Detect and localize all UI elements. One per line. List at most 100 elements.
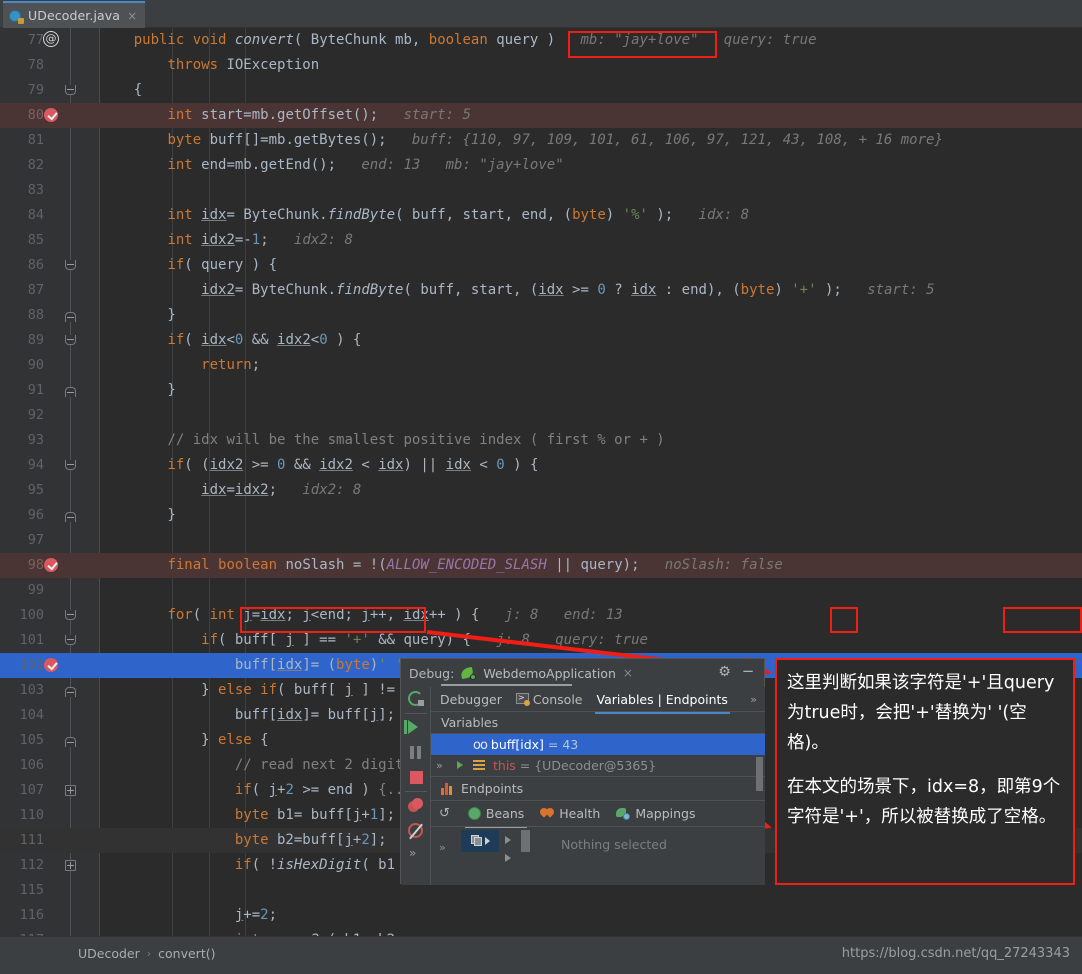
- code-line[interactable]: 94 if( (idx2 >= 0 && idx2 < idx) || idx …: [0, 453, 1082, 478]
- line-number: 93: [27, 432, 44, 448]
- pause-program-icon[interactable]: [401, 740, 431, 765]
- fold-end-icon[interactable]: [40, 303, 76, 328]
- code-line[interactable]: 80 int start=mb.getOffset(); start: 5: [0, 103, 1082, 128]
- chevron-right-icon: ›: [146, 947, 152, 960]
- fold-end-icon[interactable]: [40, 503, 76, 528]
- fold-expanded-icon[interactable]: [40, 603, 76, 628]
- breakpoint-icon[interactable]: [40, 103, 66, 128]
- fold-collapsed-icon[interactable]: [40, 853, 76, 878]
- override-annotation-icon[interactable]: @: [40, 28, 66, 53]
- code-line[interactable]: 96 }: [0, 503, 1082, 528]
- code-line[interactable]: 95 idx=idx2; idx2: 8: [0, 478, 1082, 503]
- code-line[interactable]: 84 int idx= ByteChunk.findByte( buff, st…: [0, 203, 1082, 228]
- breakpoint-icon[interactable]: [40, 653, 66, 678]
- code-line[interactable]: 79 {: [0, 78, 1082, 103]
- code-line[interactable]: 86 if( query ) {: [0, 253, 1082, 278]
- variable-row-this[interactable]: » this = {UDecoder@5365}: [431, 755, 765, 776]
- code-text: byte buff[]=mb.getBytes(); buff: {110, 9…: [167, 132, 943, 148]
- code-line[interactable]: 97: [0, 528, 1082, 553]
- code-text: buff[idx]= buff[j];: [100, 707, 396, 723]
- close-icon[interactable]: ×: [623, 666, 633, 680]
- code-line[interactable]: 82 int end=mb.getEnd(); end: 13 mb: "jay…: [0, 153, 1082, 178]
- tab-beans[interactable]: Beans: [464, 806, 528, 828]
- more-options-icon[interactable]: »: [401, 843, 431, 868]
- mute-breakpoints-icon[interactable]: [401, 793, 431, 818]
- tab-beans-label: Beans: [485, 806, 525, 821]
- refresh-icon[interactable]: ↺: [439, 806, 450, 821]
- line-number: 88: [27, 307, 44, 323]
- rerun-icon[interactable]: [401, 687, 431, 712]
- code-line[interactable]: 98 final boolean noSlash = !(ALLOW_ENCOD…: [0, 553, 1082, 578]
- code-line[interactable]: 93 // idx will be the smallest positive …: [0, 428, 1082, 453]
- code-line[interactable]: 87 idx2= ByteChunk.findByte( buff, start…: [0, 278, 1082, 303]
- code-line[interactable]: 91 }: [0, 378, 1082, 403]
- line-number: 101: [19, 632, 44, 648]
- tab-health[interactable]: Health: [540, 806, 600, 821]
- code-line[interactable]: 99: [0, 578, 1082, 603]
- code-line[interactable]: 89 if( idx<0 && idx2<0 ) {: [0, 328, 1082, 353]
- breadcrumb-class[interactable]: UDecoder: [78, 946, 140, 961]
- code-line[interactable]: 90 return;: [0, 353, 1082, 378]
- variables-scrollbar[interactable]: [756, 757, 763, 791]
- tab-mappings[interactable]: Mappings: [616, 806, 695, 821]
- run-configuration-name[interactable]: WebdemoApplication: [483, 666, 616, 681]
- variable-row-buff-idx[interactable]: oo buff[idx] = 43: [431, 734, 765, 755]
- code-line[interactable]: 100 for( int j=idx; j<end; j++, idx++ ) …: [0, 603, 1082, 628]
- endpoint-tab-strip[interactable]: ↺ Beans Health Mappings: [431, 800, 765, 828]
- editor-tab-udecoder[interactable]: UDecoder.java ×: [3, 1, 146, 28]
- breakpoint-icon[interactable]: [40, 553, 66, 578]
- code-line[interactable]: 85 int idx2=-1; idx2: 8: [0, 228, 1082, 253]
- play-triangle-icon: [484, 837, 490, 845]
- fold-expanded-icon[interactable]: [40, 253, 76, 278]
- tab-console[interactable]: > Console: [515, 692, 583, 707]
- endpoints-section-header[interactable]: Endpoints: [431, 776, 765, 800]
- fold-end-icon[interactable]: [40, 678, 76, 703]
- line-number: 87: [27, 282, 44, 298]
- debug-tab-strip[interactable]: Debugger > Console Variables | Endpoints…: [431, 687, 765, 714]
- fold-expanded-icon[interactable]: [40, 628, 76, 653]
- code-line[interactable]: 81 byte buff[]=mb.getBytes(); buff: {110…: [0, 128, 1082, 153]
- expand-triangle-icon[interactable]: [505, 836, 511, 844]
- code-line[interactable]: 83: [0, 178, 1082, 203]
- tab-variables-endpoints[interactable]: Variables | Endpoints: [594, 692, 731, 714]
- expand-triangle-icon[interactable]: [505, 854, 511, 862]
- line-number: 95: [27, 482, 44, 498]
- chevron-right-icon[interactable]: »: [750, 693, 757, 706]
- gear-icon[interactable]: ⚙: [717, 665, 732, 680]
- code-line[interactable]: 117 int res=x2c( b1, b2: [0, 928, 1082, 936]
- annotation-note: 这里判断如果该字符是'+'且query为true时，会把'+'替换为' '(空格…: [775, 658, 1075, 885]
- stop-icon[interactable]: [401, 765, 431, 790]
- line-number: 98: [27, 557, 44, 573]
- debug-toolbar[interactable]: »: [401, 687, 431, 885]
- debug-content[interactable]: Debugger > Console Variables | Endpoints…: [431, 687, 765, 885]
- fold-expanded-icon[interactable]: [40, 328, 76, 353]
- overflow-chevron-icon[interactable]: »: [439, 841, 446, 854]
- fold-expanded-icon[interactable]: [40, 453, 76, 478]
- mini-scrollbar[interactable]: [521, 830, 530, 852]
- breadcrumb-method[interactable]: convert(): [158, 946, 215, 961]
- fold-end-icon[interactable]: [40, 728, 76, 753]
- overflow-chevron-icon[interactable]: »: [436, 755, 443, 776]
- code-line[interactable]: 116 j+=2;: [0, 903, 1082, 928]
- fold-collapsed-icon[interactable]: [40, 778, 76, 803]
- code-text: for( int j=idx; j<end; j++, idx++ ) { j:…: [167, 607, 623, 623]
- code-line[interactable]: 92: [0, 403, 1082, 428]
- minimize-icon[interactable]: −: [741, 664, 755, 680]
- resume-program-icon[interactable]: [401, 715, 431, 740]
- code-line[interactable]: 77 @ public void convert( ByteChunk mb, b…: [0, 28, 1082, 53]
- duplicate-view-button[interactable]: [461, 830, 499, 852]
- breadcrumb[interactable]: UDecoder › convert(): [78, 946, 215, 961]
- code-line[interactable]: 78 throws IOException: [0, 53, 1082, 78]
- line-number: 85: [27, 232, 44, 248]
- debug-tool-window[interactable]: Debug: WebdemoApplication × ⚙ − » Debugg…: [400, 658, 765, 885]
- view-breakpoints-icon[interactable]: [401, 818, 431, 843]
- code-text: byte b2=buff[j+2];: [234, 832, 387, 848]
- fold-end-icon[interactable]: [40, 378, 76, 403]
- code-line[interactable]: 101 if( buff[ j ] == '+' && query) { j: …: [0, 628, 1082, 653]
- code-text: final boolean noSlash = !(ALLOW_ENCODED_…: [167, 557, 783, 573]
- fold-expanded-icon[interactable]: [40, 78, 76, 103]
- expand-triangle-icon[interactable]: [457, 761, 463, 769]
- code-line[interactable]: 88 }: [0, 303, 1082, 328]
- close-icon[interactable]: ×: [127, 10, 137, 22]
- tab-debugger[interactable]: Debugger: [440, 692, 502, 707]
